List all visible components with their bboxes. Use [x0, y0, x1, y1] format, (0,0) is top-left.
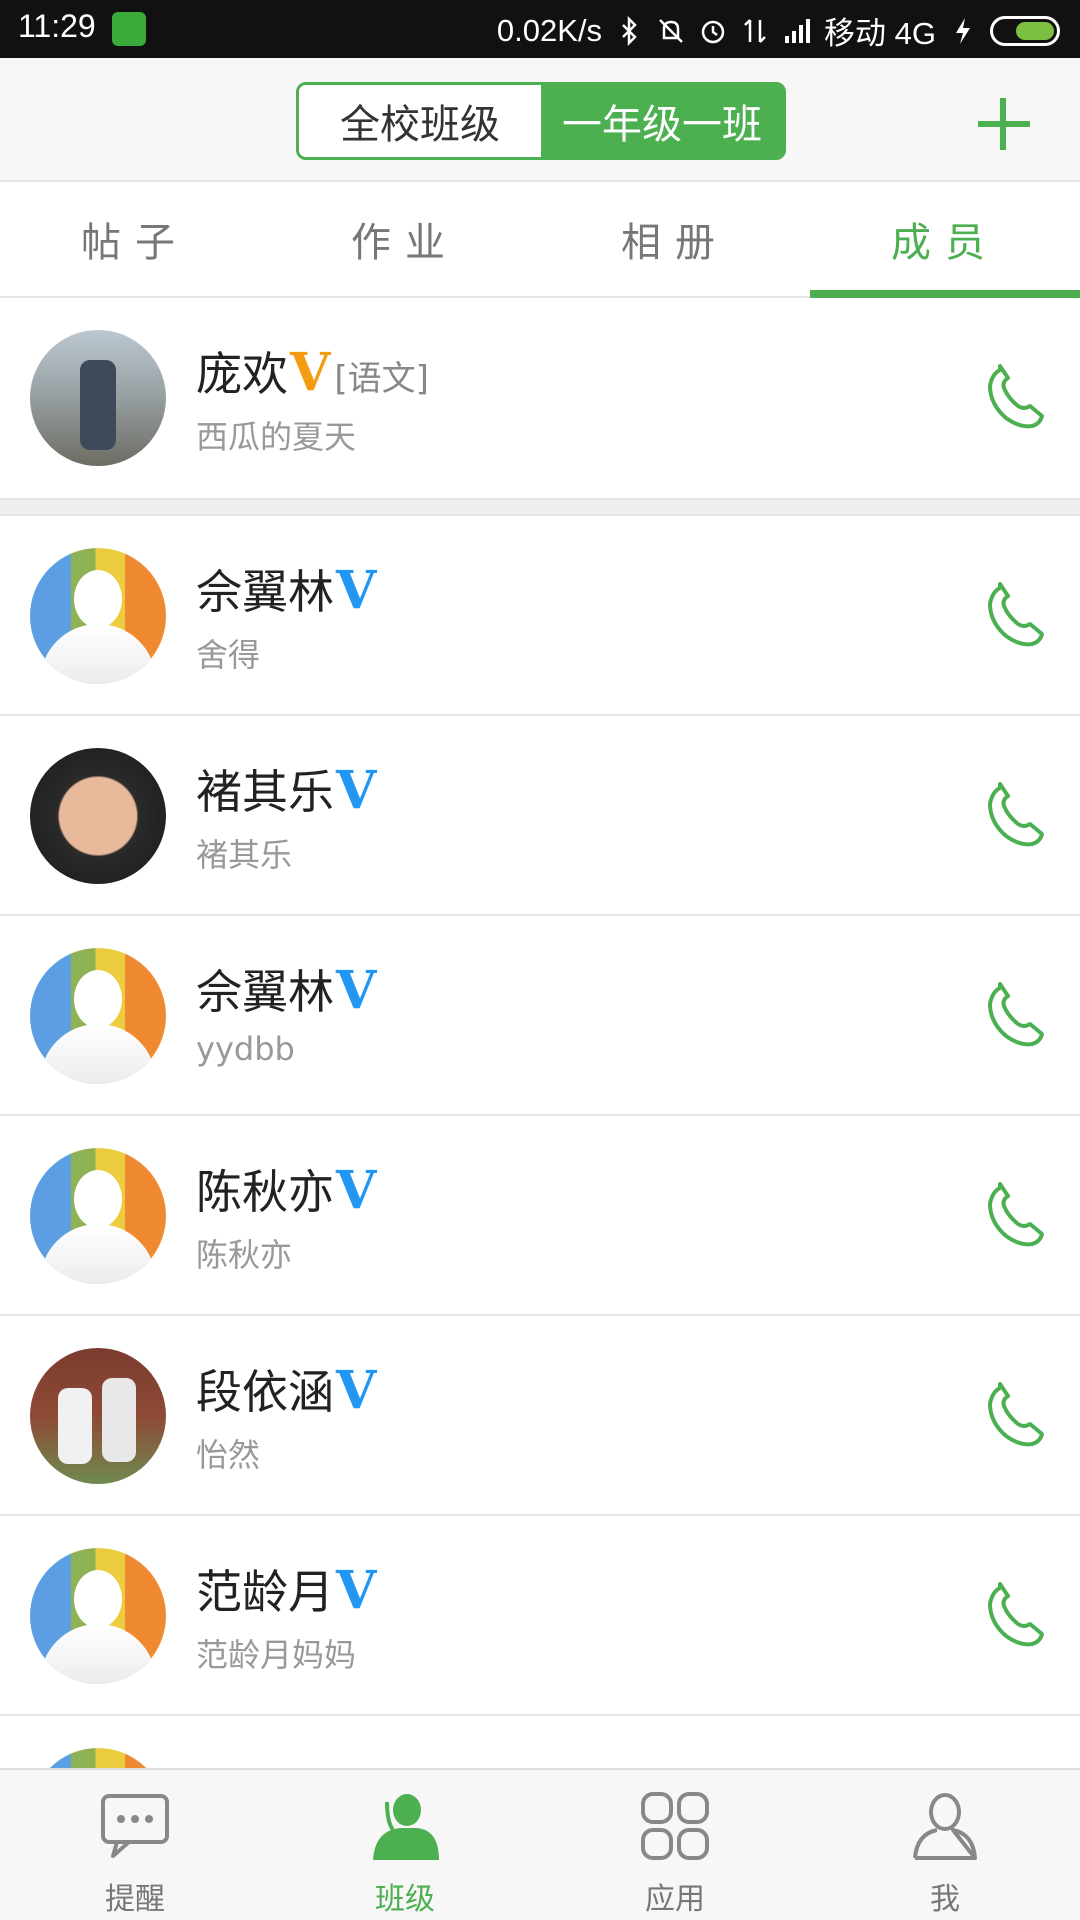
- class-person-icon: [373, 1794, 439, 1860]
- nav-me[interactable]: 我: [810, 1770, 1080, 1920]
- nav-label: 我: [930, 1882, 960, 1917]
- alarm-icon: [701, 20, 725, 43]
- nav-reminders[interactable]: 提醒: [0, 1770, 270, 1920]
- phone-icon[interactable]: [976, 974, 1052, 1054]
- carrier-label: 移动 4G: [824, 16, 936, 51]
- tab-album[interactable]: 相册: [540, 182, 810, 296]
- segment-current-class[interactable]: 一年级一班: [541, 85, 783, 157]
- tab-members[interactable]: 成员: [810, 182, 1080, 298]
- apps-grid-icon: [641, 1792, 709, 1860]
- member-nickname: 舍得: [196, 636, 261, 674]
- member-nickname: 怡然: [196, 1436, 261, 1474]
- avatar: [30, 1348, 166, 1484]
- phone-icon[interactable]: [976, 1174, 1052, 1254]
- phone-icon[interactable]: [976, 356, 1052, 436]
- status-time: 11:29: [18, 8, 96, 44]
- avatar: [30, 1548, 166, 1684]
- class-scope-switch: 全校班级 一年级一班: [296, 82, 786, 160]
- top-header: 全校班级 一年级一班: [0, 58, 1080, 182]
- member-name: 褚其乐: [196, 765, 334, 819]
- verified-badge: V: [336, 1560, 377, 1621]
- segment-all-classes[interactable]: 全校班级: [299, 85, 541, 157]
- phone-icon[interactable]: [976, 1574, 1052, 1654]
- chat-bubble-icon: [101, 1794, 169, 1858]
- nav-apps[interactable]: 应用: [540, 1770, 810, 1920]
- verified-badge: V: [336, 1160, 377, 1221]
- verified-badge: V: [336, 1360, 377, 1421]
- avatar: [30, 1148, 166, 1284]
- section-tabs: 帖子 作业 相册 成员: [0, 182, 1080, 298]
- avatar: [30, 748, 166, 884]
- battery-icon: [990, 15, 1060, 46]
- plus-icon[interactable]: [978, 98, 1030, 150]
- member-row[interactable]: 范龄月 V 范龄月妈妈: [0, 1516, 1080, 1716]
- member-nickname: 褚其乐: [196, 836, 293, 874]
- bottom-nav: 提醒 班级 应用 我: [0, 1768, 1080, 1920]
- status-bar: 11:29 0.02K/s 移动 4G: [0, 0, 1080, 58]
- section-divider: [0, 498, 1080, 516]
- member-name: 庞欢: [196, 347, 288, 401]
- data-icon: [744, 18, 766, 43]
- signal-icon: [785, 18, 811, 43]
- verified-badge: V: [336, 760, 377, 821]
- verified-badge: V: [336, 560, 377, 621]
- phone-icon[interactable]: [976, 1374, 1052, 1454]
- nav-label: 提醒: [105, 1882, 165, 1917]
- member-name: 陈秋亦: [196, 1165, 334, 1219]
- profile-icon: [913, 1793, 977, 1860]
- member-subject: [语文]: [334, 359, 429, 399]
- tab-posts[interactable]: 帖子: [0, 182, 270, 296]
- charging-icon: [956, 17, 970, 44]
- member-name: 段依涵: [196, 1365, 334, 1419]
- nav-class[interactable]: 班级: [270, 1770, 540, 1920]
- member-nickname: yydbb: [196, 1030, 295, 1068]
- network-speed: 0.02K/s: [496, 12, 603, 48]
- mute-icon: [659, 18, 683, 43]
- status-indicators: 0.02K/s 移动 4G: [497, 8, 1060, 53]
- verified-badge: V: [290, 342, 331, 403]
- verified-badge: V: [336, 960, 377, 1021]
- member-row-teacher[interactable]: 庞欢 V [语文] 西瓜的夏天: [0, 298, 1080, 498]
- tab-homework[interactable]: 作业: [270, 182, 540, 296]
- member-list: 庞欢 V [语文] 西瓜的夏天 佘翼林 V 舍得 褚其乐 V 褚其乐 佘翼林 V…: [0, 298, 1080, 1916]
- member-row[interactable]: 佘翼林 V 舍得: [0, 516, 1080, 716]
- member-row[interactable]: 佘翼林 V yydbb: [0, 916, 1080, 1116]
- member-row[interactable]: 褚其乐 V 褚其乐: [0, 716, 1080, 916]
- avatar: [30, 548, 166, 684]
- member-nickname: 西瓜的夏天: [196, 418, 357, 456]
- member-row[interactable]: 陈秋亦 V 陈秋亦: [0, 1116, 1080, 1316]
- nav-label: 班级: [375, 1882, 435, 1917]
- app-icon: [112, 12, 146, 46]
- member-nickname: 陈秋亦: [196, 1236, 293, 1274]
- avatar: [30, 330, 166, 466]
- member-name: 范龄月: [196, 1565, 334, 1619]
- member-name: 佘翼林: [196, 565, 334, 619]
- phone-icon[interactable]: [976, 774, 1052, 854]
- bluetooth-icon: [622, 15, 637, 46]
- member-nickname: 范龄月妈妈: [196, 1636, 357, 1674]
- member-name: 佘翼林: [196, 965, 334, 1019]
- phone-icon[interactable]: [976, 574, 1052, 654]
- avatar: [30, 948, 166, 1084]
- member-row[interactable]: 段依涵 V 怡然: [0, 1316, 1080, 1516]
- nav-label: 应用: [645, 1882, 705, 1917]
